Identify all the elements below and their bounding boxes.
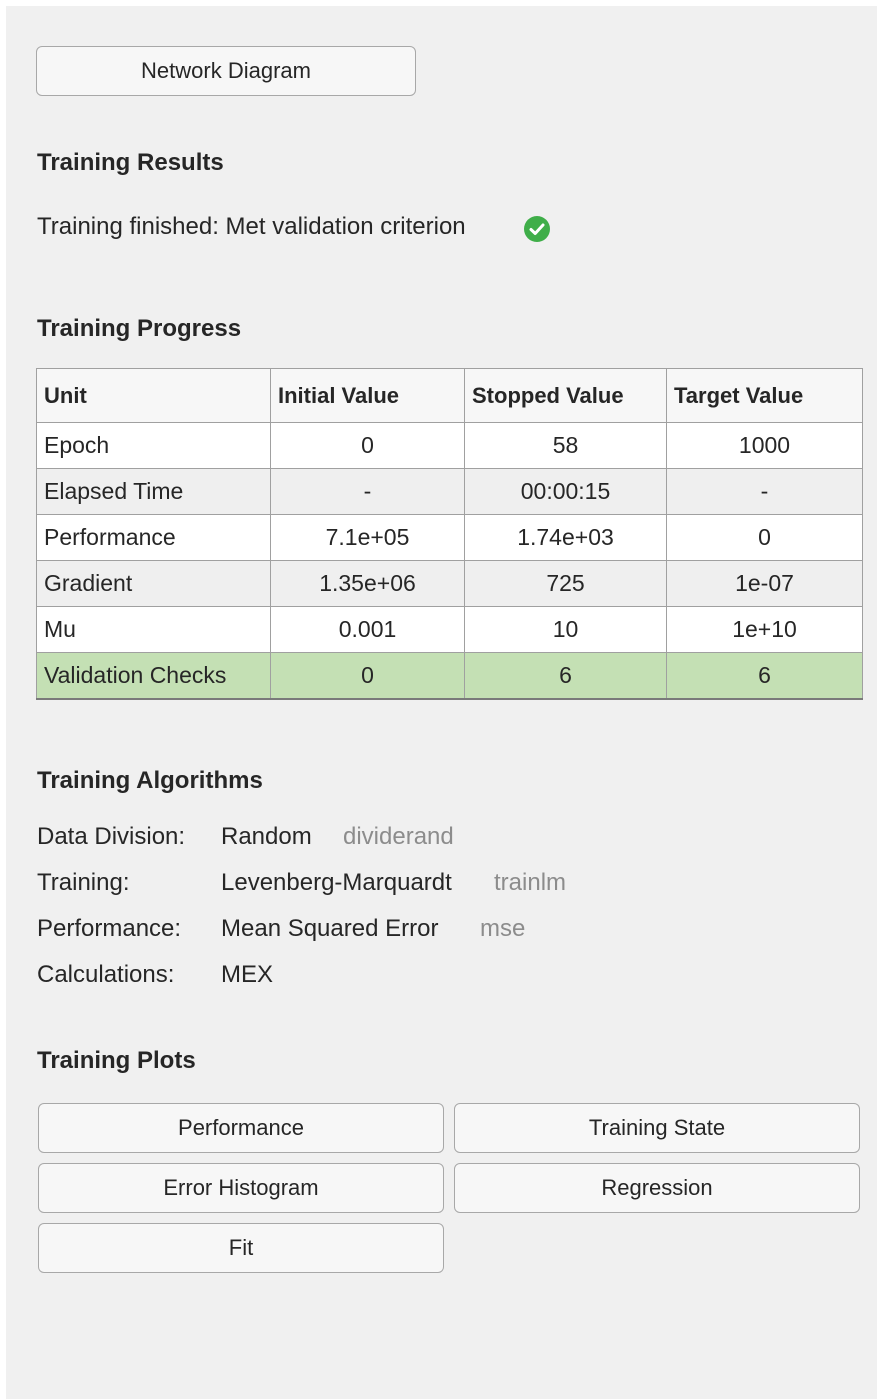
training-algorithms-heading: Training Algorithms — [37, 767, 263, 794]
training-status-text: Training finished: Met validation criter… — [37, 213, 466, 240]
algorithm-value: MEX — [221, 961, 274, 988]
training-results-heading: Training Results — [37, 149, 224, 176]
training-plots-heading: Training Plots — [37, 1047, 196, 1074]
table-cell: 1e-07 — [666, 560, 863, 607]
algorithm-code: trainlm — [494, 869, 567, 896]
table-cell: 58 — [464, 422, 667, 469]
table-cell: 6 — [666, 652, 863, 699]
network-diagram-button[interactable]: Network Diagram — [36, 46, 416, 96]
table-cell: Epoch — [36, 422, 271, 469]
table-cell: - — [270, 468, 465, 515]
table-cell: Elapsed Time — [36, 468, 271, 515]
training-state-plot-button[interactable]: Training State — [454, 1103, 860, 1153]
table-cell: - — [666, 468, 863, 515]
table-cell: 00:00:15 — [464, 468, 667, 515]
table-row-elapsed-time: Elapsed Time - 00:00:15 - — [36, 468, 863, 515]
algorithm-label: Performance: — [37, 915, 182, 942]
table-cell: 0 — [666, 514, 863, 561]
table-row-epoch: Epoch 0 58 1000 — [36, 422, 863, 469]
column-header-stopped-value: Stopped Value — [464, 368, 667, 423]
fit-plot-button[interactable]: Fit — [38, 1223, 444, 1273]
regression-plot-button[interactable]: Regression — [454, 1163, 860, 1213]
column-header-target-value: Target Value — [666, 368, 863, 423]
table-cell: Performance — [36, 514, 271, 561]
algorithm-label: Data Division: — [37, 823, 186, 850]
algorithm-value: Mean Squared Error — [221, 915, 439, 942]
algorithm-value: Random — [221, 823, 312, 850]
algorithm-code: dividerand — [343, 823, 454, 850]
table-cell: 1.74e+03 — [464, 514, 667, 561]
column-header-unit: Unit — [36, 368, 271, 423]
algorithm-code: mse — [480, 915, 526, 942]
table-cell: 6 — [464, 652, 667, 699]
table-row-validation-checks: Validation Checks 0 6 6 — [36, 652, 863, 699]
algorithm-label: Calculations: — [37, 961, 175, 988]
column-header-initial-value: Initial Value — [270, 368, 465, 423]
table-cell: 7.1e+05 — [270, 514, 465, 561]
table-cell: 1e+10 — [666, 606, 863, 653]
table-cell: Mu — [36, 606, 271, 653]
algorithm-value: Levenberg-Marquardt — [221, 869, 452, 896]
table-row-performance: Performance 7.1e+05 1.74e+03 0 — [36, 514, 863, 561]
performance-plot-button[interactable]: Performance — [38, 1103, 444, 1153]
training-progress-table: Unit Initial Value Stopped Value Target … — [36, 368, 863, 700]
table-cell: 1.35e+06 — [270, 560, 465, 607]
table-header-row: Unit Initial Value Stopped Value Target … — [36, 368, 863, 423]
table-cell: 725 — [464, 560, 667, 607]
table-cell: 0 — [270, 422, 465, 469]
error-histogram-plot-button[interactable]: Error Histogram — [38, 1163, 444, 1213]
table-cell: 10 — [464, 606, 667, 653]
table-cell: 1000 — [666, 422, 863, 469]
check-circle-icon — [524, 216, 550, 242]
table-cell: Validation Checks — [36, 652, 271, 699]
algorithm-label: Training: — [37, 869, 130, 896]
table-cell: 0 — [270, 652, 465, 699]
table-row-mu: Mu 0.001 10 1e+10 — [36, 606, 863, 653]
training-progress-heading: Training Progress — [37, 315, 242, 342]
table-cell: Gradient — [36, 560, 271, 607]
table-cell: 0.001 — [270, 606, 465, 653]
table-row-gradient: Gradient 1.35e+06 725 1e-07 — [36, 560, 863, 607]
